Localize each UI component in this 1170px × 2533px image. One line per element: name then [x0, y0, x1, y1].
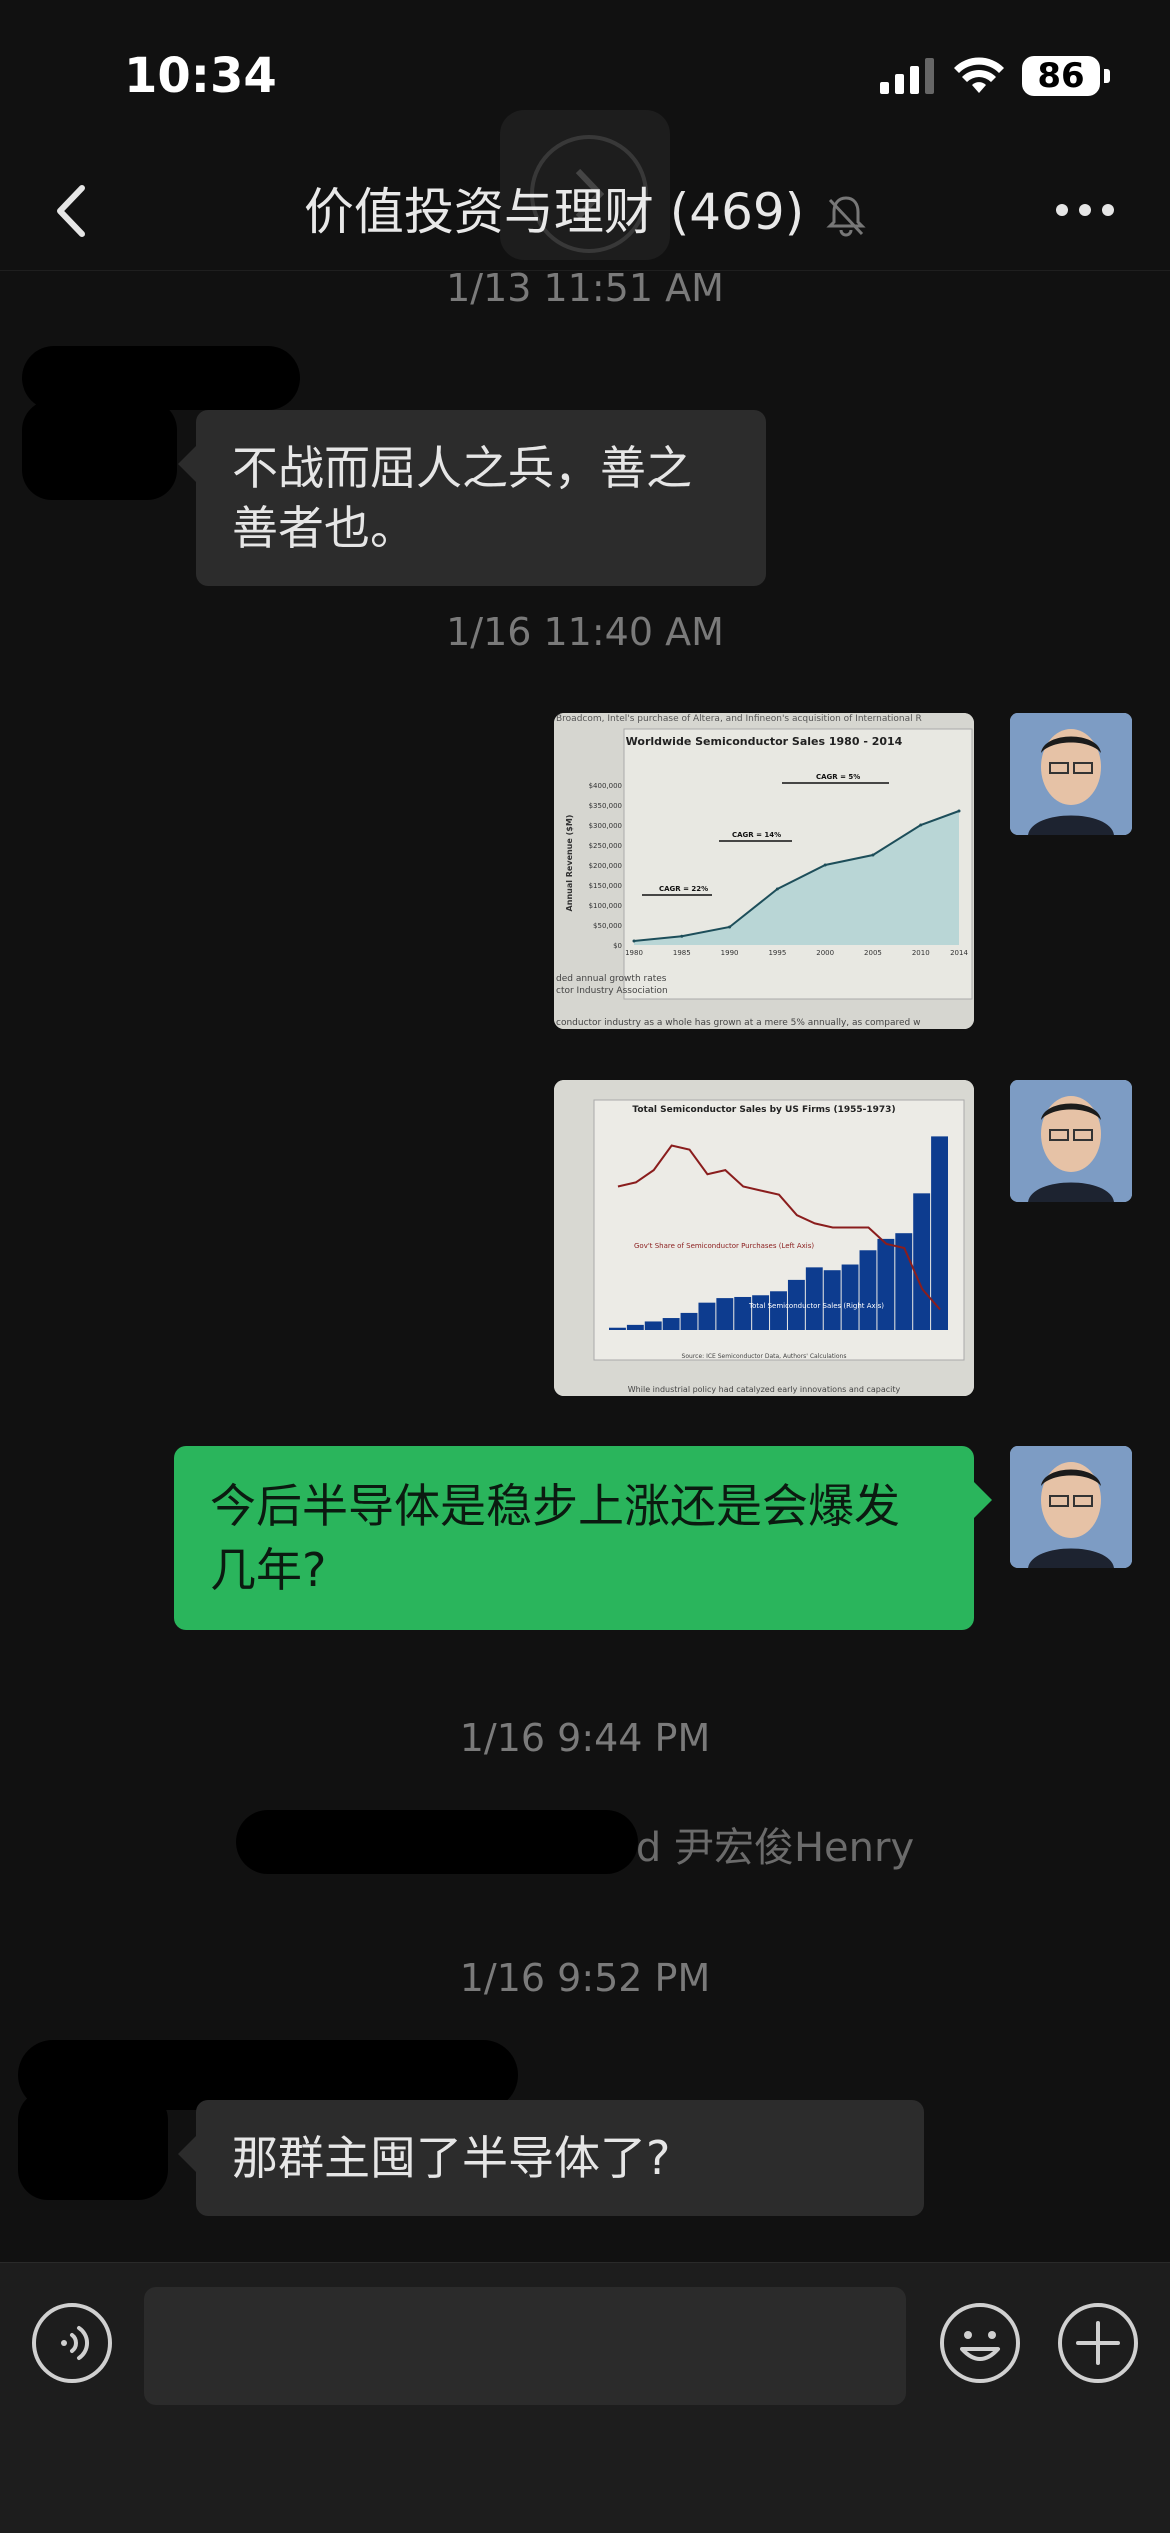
cellular-signal-icon	[880, 58, 934, 94]
more-options-icon[interactable]	[1050, 180, 1120, 240]
y-tick: $200,000	[589, 862, 622, 870]
message-bubble-incoming[interactable]: 不战而屈人之兵，善之善者也。	[178, 410, 766, 586]
avatar[interactable]	[1010, 1080, 1132, 1202]
redacted-system-text	[236, 1810, 638, 1874]
data-point	[919, 823, 923, 827]
data-point	[823, 863, 827, 867]
y-tick: $250,000	[589, 842, 622, 850]
image-message-us-firms-chart[interactable]: Total Semiconductor Sales by US Firms (1…	[554, 1080, 974, 1396]
bar	[913, 1193, 931, 1330]
chart-caption: ded annual growth rates	[556, 974, 667, 984]
avatar-portrait-icon	[1010, 713, 1132, 835]
status-icons: 86	[880, 56, 1110, 96]
chart-caption: While industrial policy had catalyzed ea…	[628, 1385, 901, 1394]
mute-bell-icon	[826, 195, 866, 236]
cagr-label: CAGR = 22%	[659, 885, 708, 893]
timestamp: 1/16 11:40 AM	[446, 610, 724, 654]
avatar[interactable]	[1010, 1446, 1132, 1568]
battery-cap	[1104, 69, 1110, 83]
x-tick: 2010	[912, 949, 930, 957]
bar	[626, 1324, 644, 1330]
message-bubble-outgoing[interactable]: 今后半导体是稳步上涨还是会爆发几年?	[174, 1446, 992, 1630]
data-point	[871, 853, 875, 857]
voice-input-icon[interactable]	[30, 2301, 114, 2385]
y-tick: $350,000	[589, 802, 622, 810]
x-tick: 1995	[768, 949, 786, 957]
chart-caption: ctor Industry Association	[556, 986, 668, 996]
status-time: 10:34	[124, 48, 277, 104]
redacted-avatar	[18, 2090, 168, 2200]
battery-indicator: 86	[1022, 56, 1100, 96]
y-axis-label: Annual Revenue ($M)	[565, 815, 574, 912]
x-tick: 1985	[673, 949, 691, 957]
series-label-left: Gov't Share of Semiconductor Purchases (…	[634, 1242, 814, 1250]
avatar-portrait-icon	[1010, 1446, 1132, 1568]
bar	[770, 1291, 787, 1330]
data-point	[957, 809, 961, 813]
data-point	[632, 939, 636, 943]
bar	[662, 1318, 680, 1330]
x-tick: 2005	[864, 949, 882, 957]
bar	[698, 1302, 716, 1330]
x-tick: 1980	[625, 949, 643, 957]
bar	[823, 1270, 841, 1330]
bar	[752, 1295, 770, 1330]
message-text: 那群主囤了半导体了?	[232, 2131, 671, 2185]
emoji-icon[interactable]	[938, 2301, 1022, 2385]
message-text: 今后半导体是稳步上涨还是会爆发几年?	[210, 1479, 900, 1597]
bar	[609, 1327, 626, 1330]
input-bar	[0, 2262, 1170, 2533]
us-firms-sales-chart: Total Semiconductor Sales by US Firms (1…	[554, 1080, 974, 1396]
data-point	[680, 934, 684, 938]
y-tick: $50,000	[593, 922, 622, 930]
timestamp: 1/13 11:51 AM	[446, 266, 724, 310]
bar	[716, 1298, 734, 1330]
chart-title: Worldwide Semiconductor Sales 1980 - 201…	[626, 735, 903, 748]
x-tick: 2000	[816, 949, 834, 957]
y-tick: $150,000	[589, 882, 622, 890]
image-message-sales-chart[interactable]: Broadcom, Intel's purchase of Altera, an…	[554, 713, 974, 1029]
avatar-portrait-icon	[1010, 1080, 1132, 1202]
x-tick: 1990	[721, 949, 739, 957]
chart-top-caption: Broadcom, Intel's purchase of Altera, an…	[556, 714, 922, 724]
floating-overlay-ring	[530, 135, 648, 253]
x-tick: 2014	[950, 949, 968, 957]
cagr-label: CAGR = 5%	[816, 773, 860, 781]
series-label-right: Total Semiconductor Sales (Right Axis)	[748, 1302, 884, 1310]
chart-source: Source: ICE Semiconductor Data, Authors'…	[682, 1353, 847, 1360]
y-tick: $300,000	[589, 822, 622, 830]
y-tick: $400,000	[589, 782, 622, 790]
cagr-label: CAGR = 14%	[732, 831, 781, 839]
y-tick: $100,000	[589, 902, 622, 910]
chart-caption: conductor industry as a whole has grown …	[556, 1018, 920, 1028]
y-axis-ticks: $0 $50,000 $100,000 $150,000 $200,000 $2…	[589, 782, 622, 950]
message-text: 不战而屈人之兵，善之善者也。	[232, 441, 692, 555]
y-tick: $0	[613, 942, 622, 950]
message-bubble-incoming[interactable]: 那群主囤了半导体了?	[178, 2100, 924, 2216]
timestamp: 1/16 9:44 PM	[459, 1716, 711, 1760]
add-attachment-icon[interactable]	[1056, 2301, 1140, 2385]
redacted-avatar	[22, 400, 177, 500]
bar	[805, 1267, 823, 1330]
overlay-arrow-icon	[575, 168, 605, 220]
bar	[680, 1312, 698, 1330]
bar	[877, 1238, 895, 1330]
system-notice-text: d 尹宏俊Henry	[635, 1825, 915, 1871]
timestamp: 1/16 9:52 PM	[459, 1956, 711, 2000]
avatar[interactable]	[1010, 713, 1132, 835]
bar	[859, 1250, 877, 1330]
data-point	[728, 925, 732, 929]
chart-title: Total Semiconductor Sales by US Firms (1…	[632, 1105, 895, 1115]
wifi-icon	[954, 57, 1004, 93]
worldwide-sales-chart: Broadcom, Intel's purchase of Altera, an…	[554, 713, 974, 1029]
bar	[644, 1321, 662, 1330]
data-point	[775, 887, 779, 891]
bar	[841, 1264, 859, 1330]
message-input[interactable]	[144, 2287, 906, 2405]
